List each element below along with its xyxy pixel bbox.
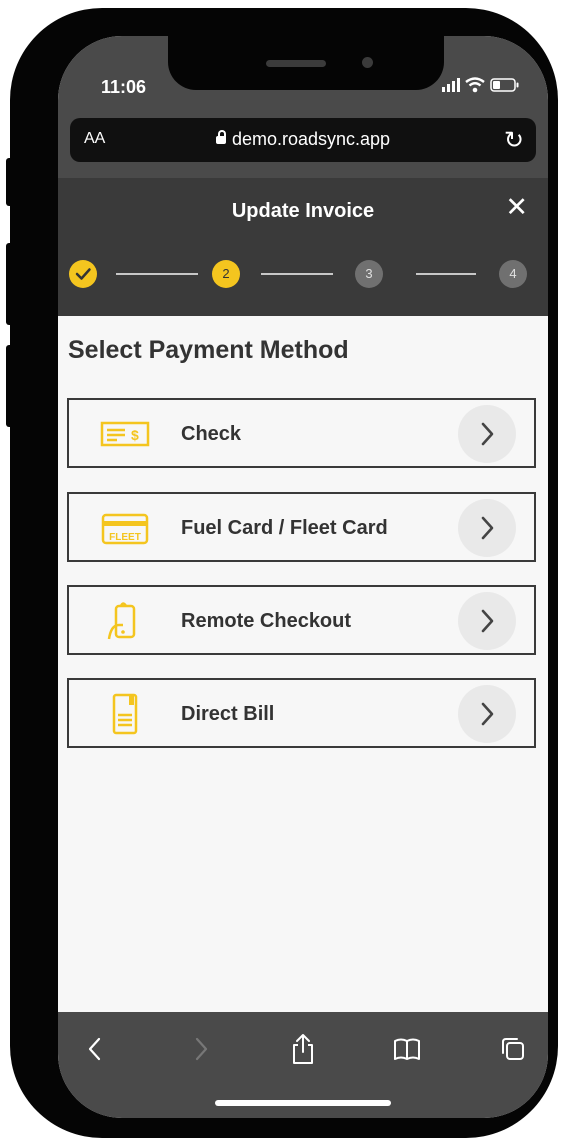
status-bar: 11:06 [58,36,548,106]
chevron-right-icon[interactable] [458,592,516,650]
notch [168,36,444,90]
home-indicator [215,1100,391,1106]
speaker [266,60,326,67]
url-display[interactable]: demo.roadsync.app [70,129,536,150]
check-payment-icon: $ [100,421,150,447]
phone-screen: 11:06 AA demo.roadsync.app ↻ Update Invo… [58,36,548,1118]
phone-frame: 11:06 AA demo.roadsync.app ↻ Update Invo… [10,8,558,1138]
payment-method-check[interactable]: $ Check [67,398,536,468]
chevron-right-icon[interactable] [458,685,516,743]
payment-method-direct-bill[interactable]: Direct Bill [67,678,536,748]
url-text: demo.roadsync.app [231,129,391,149]
remote-checkout-icon [107,602,136,640]
step-3: 3 [355,260,383,288]
step-2-current: 2 [212,260,240,288]
status-time: 11:06 [101,77,147,97]
browser-address-area: AA demo.roadsync.app ↻ [58,106,548,178]
fleet-card-icon: FLEET [101,513,149,545]
status-icons [442,76,520,93]
chevron-right-icon[interactable] [458,405,516,463]
close-icon[interactable]: ✕ [505,194,528,221]
invoice-header: Update Invoice ✕ 2 3 4 [58,178,548,316]
tabs-icon[interactable] [498,1032,528,1066]
payment-method-fleet-card[interactable]: FLEET Fuel Card / Fleet Card [67,492,536,562]
svg-text:$: $ [131,427,139,443]
payment-method-label: Remote Checkout [181,610,352,632]
back-icon[interactable] [80,1032,110,1066]
share-icon[interactable] [288,1032,318,1066]
fleet-card-icon-text: FLEET [109,532,141,543]
section-title: Select Payment Method [68,336,349,364]
payment-content: Select Payment Method $ Check FLEET Fuel… [58,316,548,1012]
address-bar[interactable]: AA demo.roadsync.app ↻ [70,118,536,162]
reload-icon[interactable]: ↻ [504,126,524,155]
checkmark-icon [75,268,91,280]
lock-icon [215,130,226,144]
progress-stepper: 2 3 4 [58,260,548,288]
payment-method-label: Fuel Card / Fleet Card [181,517,388,539]
wifi-icon [465,77,485,93]
payment-method-remote-checkout[interactable]: Remote Checkout [67,585,536,655]
step-connector [416,273,476,275]
step-1-complete [69,260,97,288]
payment-method-label: Direct Bill [181,703,275,725]
step-connector [116,273,198,275]
step-4: 4 [499,260,527,288]
payment-method-label: Check [181,423,242,445]
document-icon [112,693,138,735]
page-title: Update Invoice [231,200,375,222]
battery-icon [490,78,519,92]
browser-toolbar [58,1012,548,1118]
chevron-right-icon[interactable] [458,499,516,557]
bookmarks-icon[interactable] [392,1032,422,1066]
step-connector [261,273,333,275]
signal-icon [442,78,460,93]
front-camera [362,57,373,68]
forward-icon[interactable] [186,1032,216,1066]
